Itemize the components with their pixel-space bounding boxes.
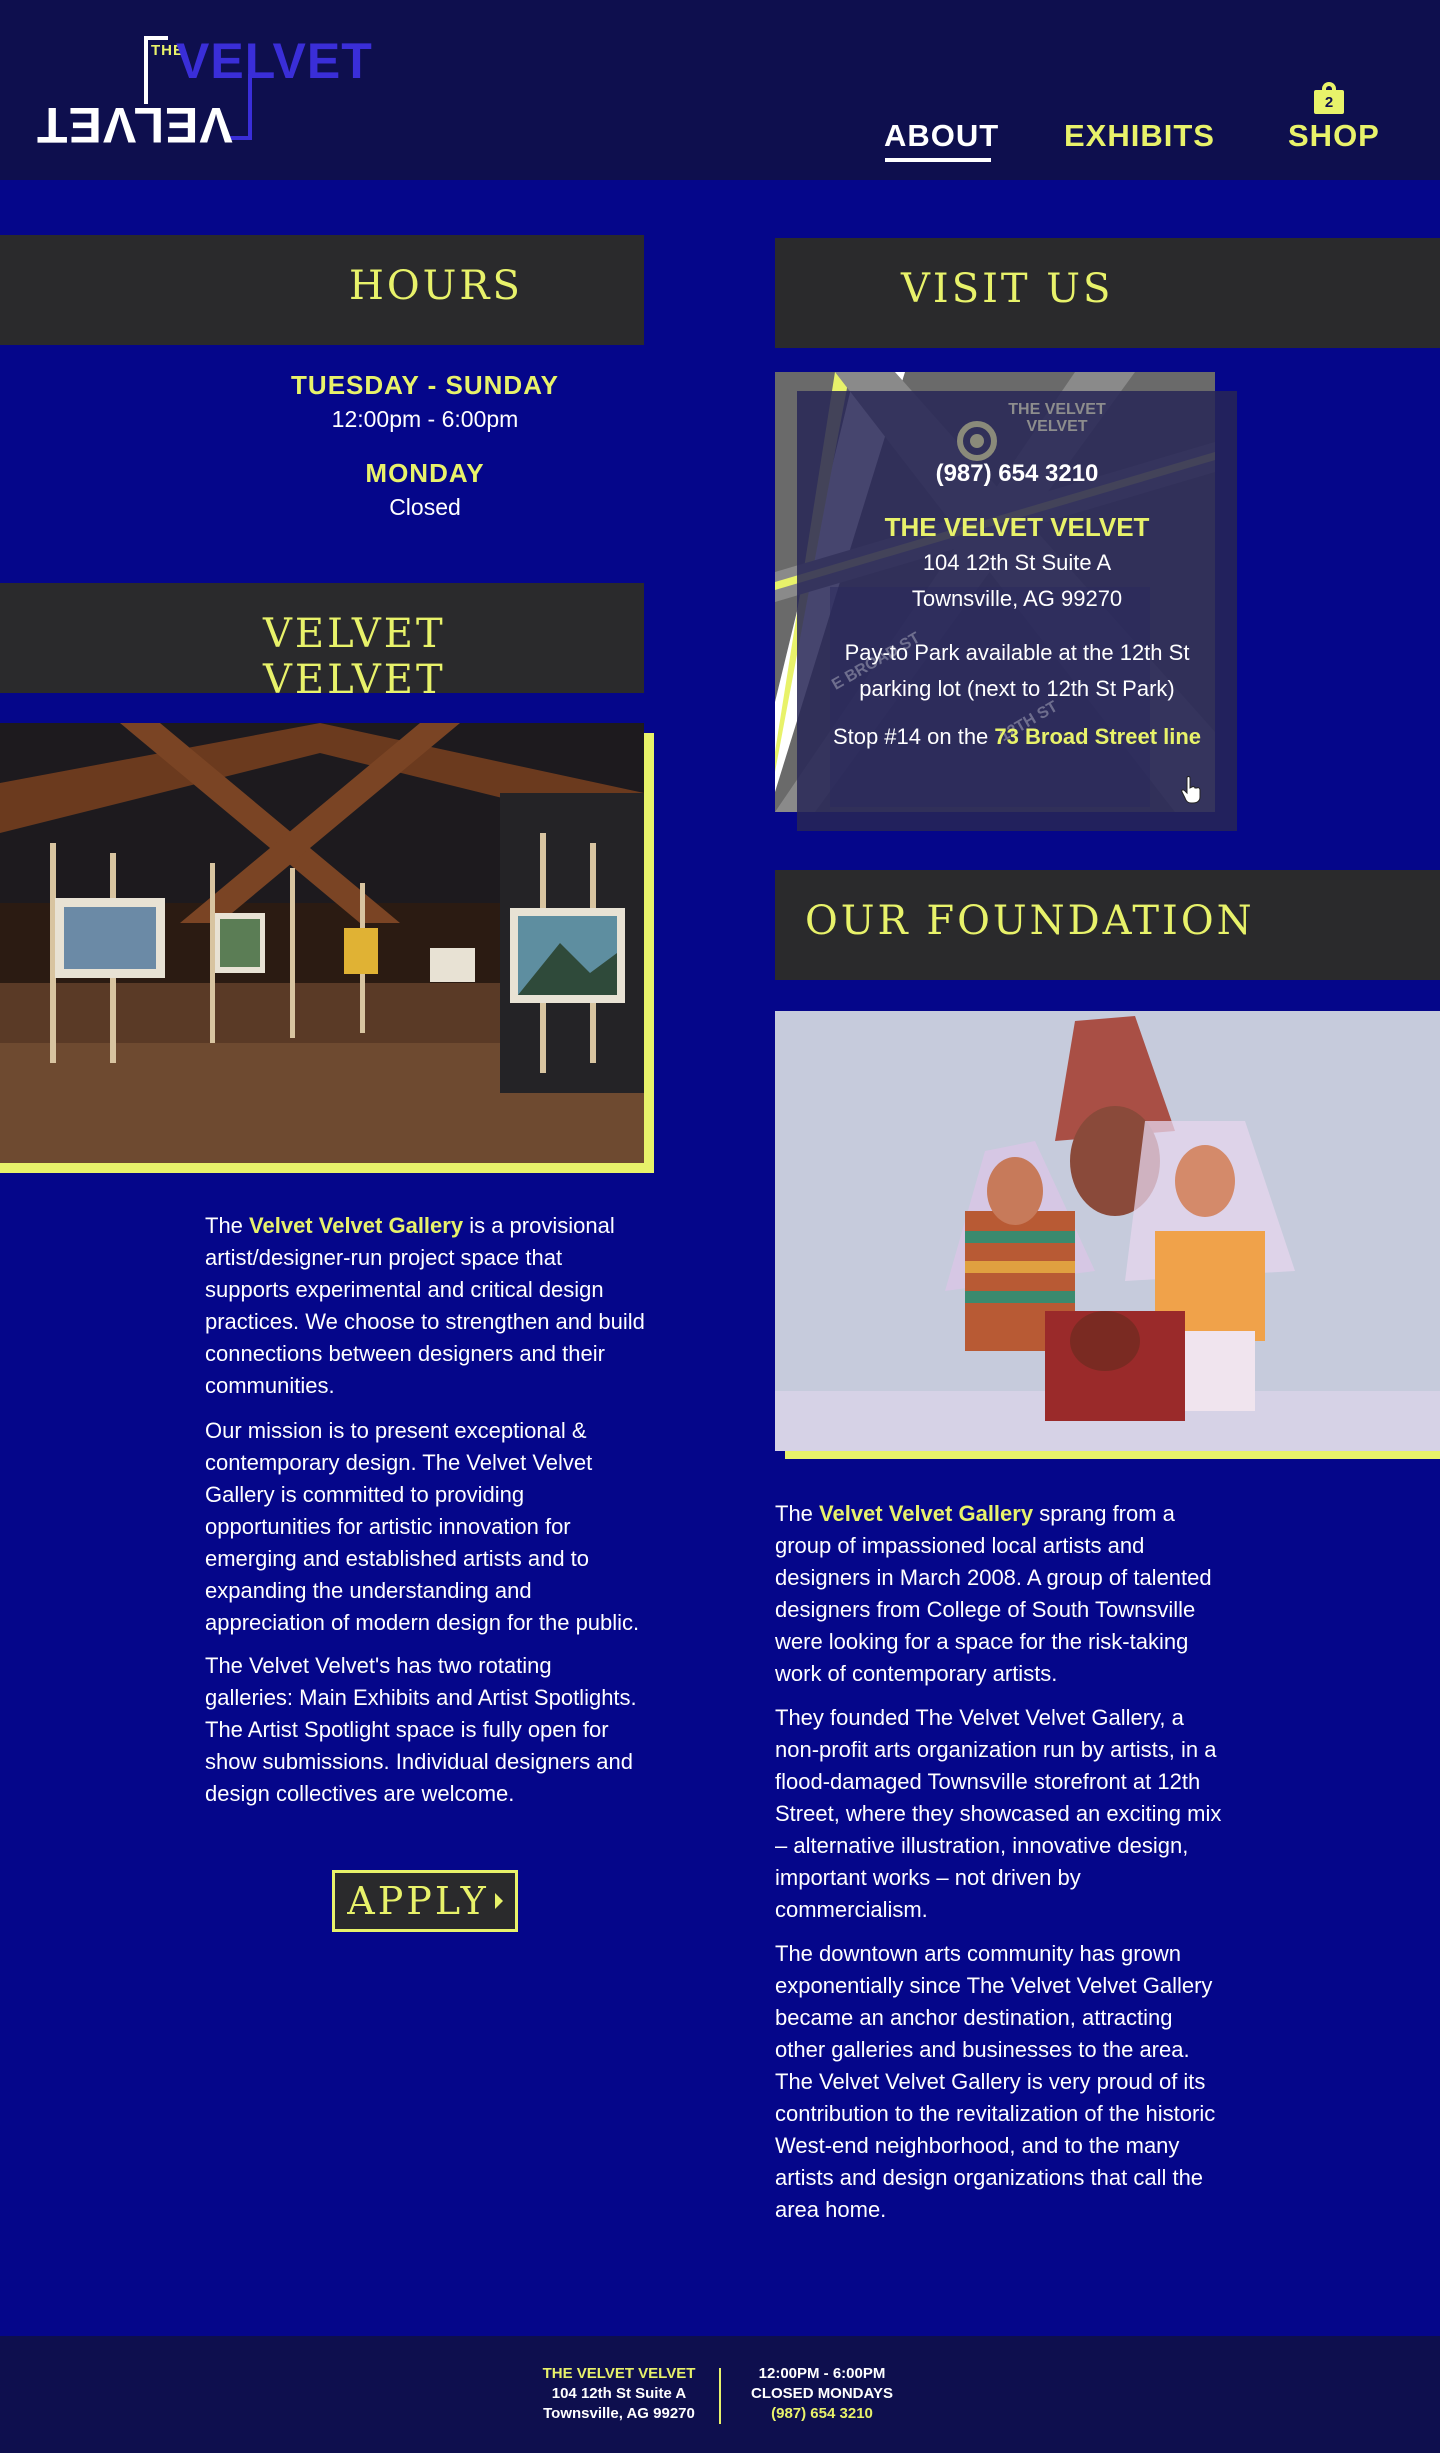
visit-venue-name: THE VELVET VELVET	[884, 512, 1150, 542]
gallery-photo-illustration	[0, 723, 644, 1163]
footer-divider	[719, 2368, 721, 2424]
foundation-photo-illustration	[775, 1011, 1440, 1451]
hours-banner: HOURS	[0, 235, 644, 345]
hours-day-2: MONDAY	[365, 458, 485, 488]
site-header: THE VELVET VELVET ABOUT EXHIBITS 2 SHOP	[0, 0, 1440, 180]
foundation-paragraph-1: The Velvet Velvet Gallery sprang from a …	[775, 1501, 1212, 1686]
cart-count-badge: 2	[1324, 94, 1334, 111]
hours-time-2: Closed	[389, 494, 461, 520]
about-paragraph-3: The Velvet Velvet's has two rotating gal…	[205, 1653, 637, 1806]
hours-day-1: TUESDAY - SUNDAY	[291, 370, 559, 400]
footer-phone[interactable]: (987) 654 3210	[722, 2405, 922, 2422]
visit-parking-2: parking lot (next to 12th St Park)	[859, 676, 1175, 701]
gallery-name-highlight-2: Velvet Velvet Gallery	[819, 1501, 1034, 1526]
footer-venue-name: THE VELVET VELVET	[542, 2365, 696, 2382]
visit-phone[interactable]: (987) 654 3210	[797, 460, 1237, 488]
hours-title: HOURS	[349, 263, 523, 309]
gallery-interior-photo	[0, 723, 644, 1163]
about-banner: VELVET VELVET	[0, 583, 644, 703]
foundation-banner: OUR FOUNDATION	[775, 870, 1440, 980]
visit-banner: VISIT US	[775, 238, 1440, 348]
nav-active-underline	[885, 158, 991, 162]
visit-address-1: 104 12th St Suite A	[922, 550, 1112, 575]
visit-address-2: Townsville, AG 99270	[911, 586, 1123, 611]
nav-about[interactable]: ABOUT	[884, 118, 999, 154]
foundation-paragraph-2: They founded The Velvet Velvet Gallery, …	[775, 1705, 1222, 1922]
foundation-paragraph-3: The downtown arts community has grown ex…	[775, 1941, 1216, 2222]
apply-label: APPLY	[347, 1879, 489, 1923]
transit-line-link[interactable]: 73 Broad Street line	[994, 724, 1201, 749]
foundation-title: OUR FOUNDATION	[805, 898, 1255, 944]
logo-word-top: VELVET	[176, 33, 373, 89]
site-logo[interactable]: THE VELVET VELVET	[36, 33, 372, 153]
about-paragraph-2: Our mission is to present exceptional & …	[205, 1418, 640, 1635]
apply-button[interactable]: APPLY	[332, 1870, 518, 1932]
nav-exhibits[interactable]: EXHIBITS	[1064, 118, 1215, 154]
nav-shop[interactable]: SHOP	[1288, 118, 1380, 154]
chevron-right-icon	[494, 1893, 503, 1909]
about-title: VELVET VELVET	[263, 611, 446, 703]
shopping-bag-icon[interactable]: 2	[1314, 82, 1344, 114]
visit-title: VISIT US	[901, 266, 1114, 312]
visit-parking-1: Pay-to Park available at the 12th St	[844, 640, 1190, 665]
logo-word-mirror: VELVET	[36, 97, 233, 153]
visit-transit: Stop #14 on the 73 Broad Street line	[832, 724, 1202, 749]
footer-address-1: 104 12th St Suite A	[551, 2385, 687, 2402]
about-paragraph-1: The Velvet Velvet Gallery is a provision…	[205, 1213, 645, 1398]
hours-time-1: 12:00pm - 6:00pm	[331, 406, 519, 432]
footer-address-2: Townsville, AG 99270	[543, 2405, 695, 2422]
footer-closed: CLOSED MONDAYS	[751, 2385, 893, 2402]
pointer-cursor-icon	[1180, 776, 1202, 804]
foundation-photo	[775, 1011, 1440, 1451]
map-place-label: THE VELVET VELVET	[1008, 401, 1106, 435]
footer-hours: 12:00PM - 6:00PM	[758, 2365, 886, 2382]
gallery-name-highlight: Velvet Velvet Gallery	[249, 1213, 464, 1238]
